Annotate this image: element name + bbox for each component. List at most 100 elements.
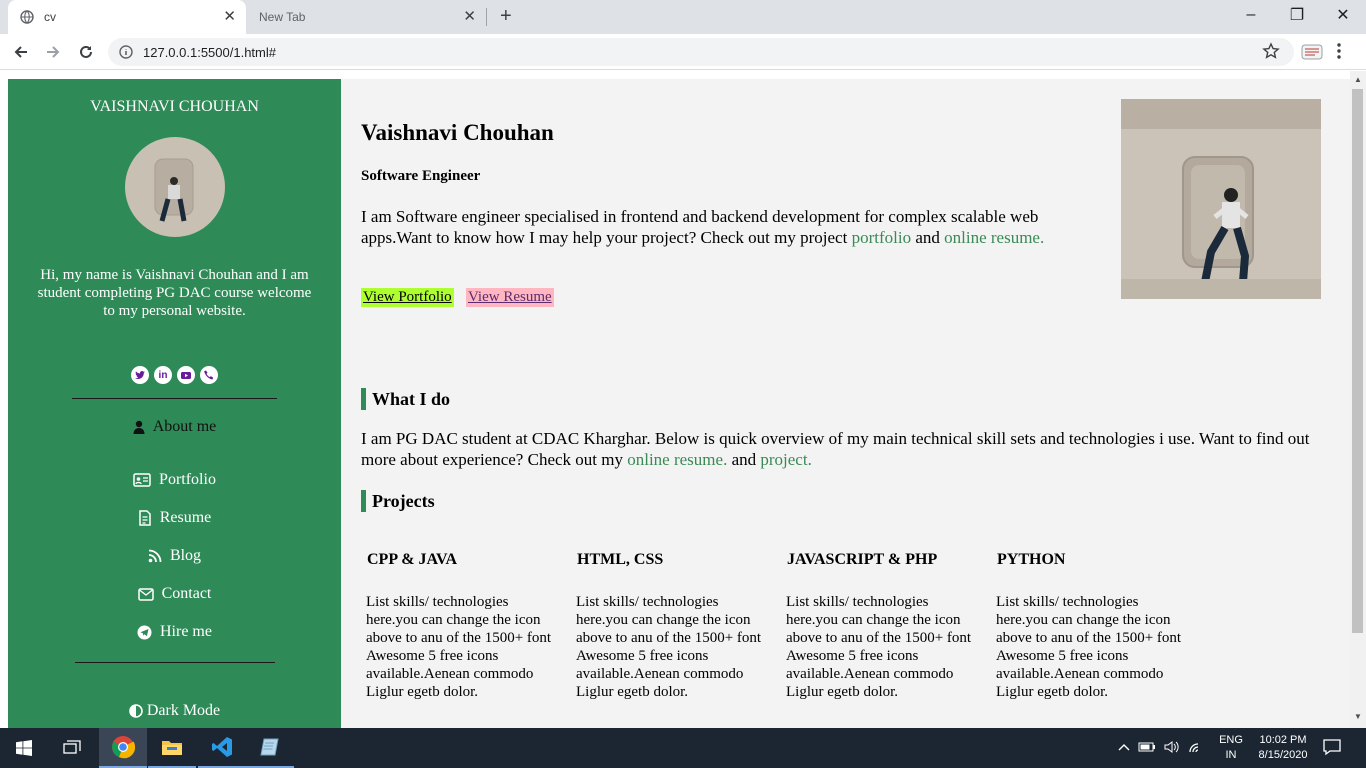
sidebar-item-about-me[interactable]: About me xyxy=(8,418,341,436)
address-bar[interactable]: 127.0.0.1:5500/1.html# xyxy=(108,38,1294,66)
vscode-taskbar-button[interactable] xyxy=(198,728,246,768)
reload-icon xyxy=(80,45,92,58)
project-title: PYTHON xyxy=(997,551,1066,568)
bookmark-star-icon[interactable] xyxy=(1262,42,1280,60)
extension-icon[interactable] xyxy=(1300,42,1324,62)
system-tray xyxy=(1118,728,1204,768)
sidebar-item-label: Portfolio xyxy=(159,471,216,488)
view-resume-button[interactable]: View Resume xyxy=(466,288,554,307)
what-i-do-and: and xyxy=(727,450,761,469)
sidebar-name: VAISHNAVI CHOUHAN xyxy=(90,98,259,115)
sidebar-item-label: Contact xyxy=(161,585,212,602)
project-description: List skills/ technologies here.you can c… xyxy=(576,594,762,700)
sidebar-item-hire-me[interactable]: Hire me xyxy=(8,623,341,641)
online-resume-link[interactable]: online resume. xyxy=(627,450,727,469)
projects-heading: Projects xyxy=(361,490,435,512)
phone-icon[interactable] xyxy=(200,366,218,384)
browser-tab-strip: cv ✕ New Tab ✕ + – ❐ ✕ xyxy=(0,0,1366,34)
maximize-button[interactable]: ❐ xyxy=(1274,0,1320,30)
minimize-button[interactable]: – xyxy=(1228,0,1274,30)
sidebar-bio: Hi, my name is Vaishnavi Chouhan and I a… xyxy=(37,267,312,319)
what-i-do-text: I am PG DAC student at CDAC Kharghar. Be… xyxy=(361,429,1310,469)
taskbar: ENG IN 10:02 PM 8/15/2020 xyxy=(0,728,1366,768)
intro-and: and xyxy=(911,228,945,247)
notepad-taskbar-button[interactable] xyxy=(246,728,294,768)
close-window-button[interactable]: ✕ xyxy=(1320,0,1366,30)
back-button[interactable] xyxy=(10,41,32,63)
task-view-icon xyxy=(63,740,81,754)
volume-icon[interactable] xyxy=(1164,740,1180,757)
sidebar-item-label: Resume xyxy=(159,509,212,526)
dark-mode-toggle[interactable]: Dark Mode xyxy=(8,702,341,720)
url-text: 127.0.0.1:5500/1.html# xyxy=(143,44,276,60)
minimize-icon: – xyxy=(1246,6,1256,23)
chrome-taskbar-button[interactable] xyxy=(99,728,147,768)
what-i-do-heading: What I do xyxy=(361,388,450,410)
online-resume-link[interactable]: online resume. xyxy=(944,228,1044,247)
wifi-icon[interactable] xyxy=(1188,740,1204,757)
linkedin-icon[interactable]: in xyxy=(154,366,172,384)
vscode-icon xyxy=(212,737,232,757)
tab-new-tab[interactable]: New Tab ✕ xyxy=(246,0,486,34)
project-card: HTML, CSS List skills/ technologies here… xyxy=(571,551,771,701)
paper-plane-icon xyxy=(137,625,152,640)
reload-button[interactable] xyxy=(75,41,97,63)
avatar-photo xyxy=(125,137,225,237)
chevron-up-icon[interactable] xyxy=(1118,741,1130,755)
new-tab-button[interactable]: + xyxy=(500,6,512,26)
file-icon xyxy=(138,510,152,526)
sidebar-item-contact[interactable]: Contact xyxy=(8,585,341,603)
sidebar-item-portfolio[interactable]: Portfolio xyxy=(8,471,341,489)
battery-icon[interactable] xyxy=(1138,741,1156,756)
vertical-scrollbar[interactable]: ▲ ▼ xyxy=(1350,71,1366,728)
intro-paragraph: I am Software engineer specialised in fr… xyxy=(361,206,1091,248)
project-link[interactable]: project. xyxy=(760,450,811,469)
tab-close-icon[interactable]: ✕ xyxy=(223,9,236,24)
project-card: CPP & JAVA List skills/ technologies her… xyxy=(361,551,561,701)
arrow-left-icon xyxy=(14,46,27,58)
tab-title: New Tab xyxy=(259,10,306,24)
scroll-up-arrow-icon[interactable]: ▲ xyxy=(1354,75,1362,84)
tab-separator xyxy=(486,8,487,26)
project-description: List skills/ technologies here.you can c… xyxy=(366,594,552,700)
scroll-down-arrow-icon[interactable]: ▼ xyxy=(1354,712,1362,721)
sidebar-divider xyxy=(72,398,277,399)
file-explorer-taskbar-button[interactable] xyxy=(148,728,196,768)
restore-icon: ❐ xyxy=(1289,7,1305,24)
social-links: in xyxy=(8,366,341,384)
start-button[interactable] xyxy=(0,728,48,768)
project-description: List skills/ technologies here.you can c… xyxy=(786,594,972,700)
rss-icon xyxy=(148,549,162,563)
scrollbar-thumb[interactable] xyxy=(1352,89,1363,633)
project-title: HTML, CSS xyxy=(577,551,664,568)
project-description: List skills/ technologies here.you can c… xyxy=(996,594,1182,700)
tab-cv[interactable]: cv ✕ xyxy=(8,0,246,34)
menu-dots-icon[interactable] xyxy=(1336,42,1342,60)
twitter-icon[interactable] xyxy=(131,366,149,384)
project-title: JAVASCRIPT & PHP xyxy=(787,551,938,568)
sidebar-item-resume[interactable]: Resume xyxy=(8,509,341,527)
close-icon: ✕ xyxy=(1336,7,1350,24)
id-card-icon xyxy=(133,473,151,487)
sidebar-item-label: About me xyxy=(152,418,217,435)
tab-close-icon[interactable]: ✕ xyxy=(463,9,476,24)
notification-icon[interactable] xyxy=(1322,738,1342,756)
task-view-button[interactable] xyxy=(48,728,96,768)
view-portfolio-button[interactable]: View Portfolio xyxy=(361,288,454,307)
project-card: JAVASCRIPT & PHP List skills/ technologi… xyxy=(781,551,981,701)
tab-title: cv xyxy=(44,10,56,24)
sidebar-item-label: Blog xyxy=(169,547,202,564)
forward-button[interactable] xyxy=(42,41,64,63)
sidebar-item-blog[interactable]: Blog xyxy=(8,547,341,565)
info-icon[interactable] xyxy=(119,45,133,59)
language-indicator[interactable]: ENG IN xyxy=(1216,733,1246,763)
portfolio-link[interactable]: portfolio xyxy=(852,228,912,247)
youtube-icon[interactable] xyxy=(177,366,195,384)
main-content: Vaishnavi Chouhan Software Engineer I am… xyxy=(341,79,1350,728)
what-i-do-paragraph: I am PG DAC student at CDAC Kharghar. Be… xyxy=(361,428,1346,470)
language-code: ENG xyxy=(1219,734,1243,746)
browser-toolbar: 127.0.0.1:5500/1.html# xyxy=(0,34,1366,70)
clock-time: 10:02 PM xyxy=(1259,734,1307,746)
clock[interactable]: 10:02 PM 8/15/2020 xyxy=(1250,733,1316,763)
chrome-icon xyxy=(112,736,135,759)
